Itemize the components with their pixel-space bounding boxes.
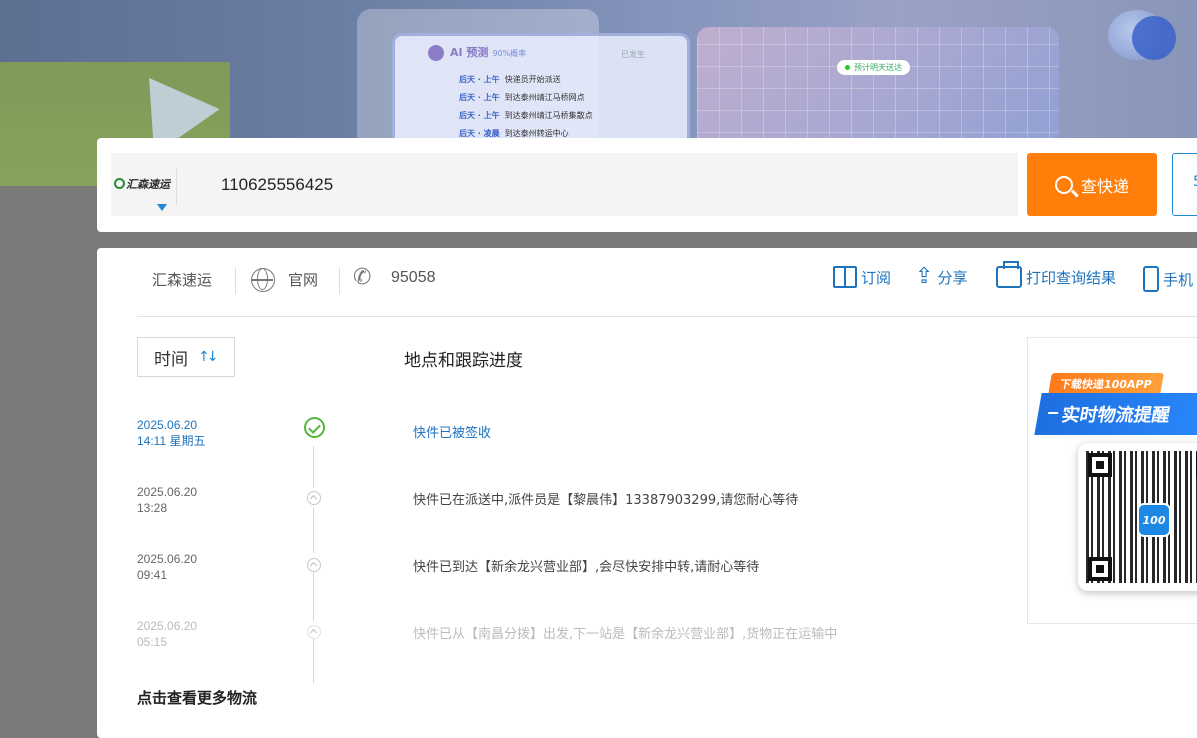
event-description: 快件已到达【新余龙兴营业部】,会尽快安排中转,请耐心等待 xyxy=(413,560,760,575)
tracking-number-input[interactable] xyxy=(221,173,921,197)
company-name: 汇森速运 xyxy=(152,271,213,289)
chevron-up-circle-icon xyxy=(307,491,321,505)
company-logo-icon xyxy=(114,178,125,189)
sort-icon: ↑↓ xyxy=(198,349,219,365)
tracking-event: 2025.06.20 09:41 快件已到达【新余龙兴营业部】,会尽快安排中转,请… xyxy=(97,551,897,611)
kuaidi100-logo-icon: 100 xyxy=(1137,503,1171,537)
mobile-phone-icon xyxy=(1143,266,1159,292)
search-box: 汇森速运 xyxy=(111,153,1018,216)
company-infobar: 汇森速运 官网 ✆ 95058 订阅 ⇪ 分享 打印查询结果 手机 xyxy=(97,248,1197,316)
delivery-estimate-bubble: 预计明天送达 xyxy=(837,60,910,75)
app-promo-card[interactable]: 下载快递100APP 实时物流提醒 100 xyxy=(1027,337,1197,624)
printer-icon xyxy=(996,261,1022,288)
ai-line: 后天 · 上午 到达泰州靖江马桥集散点 xyxy=(459,111,593,120)
event-datetime: 2025.06.20 14:11 星期五 xyxy=(137,418,206,448)
event-description: 快件已在派送中,派件员是【黎晨伟】13387903299,请您耐心等待 xyxy=(413,493,799,508)
event-datetime: 2025.06.20 09:41 xyxy=(137,552,198,582)
divider xyxy=(339,268,340,294)
tracking-event: 2025.06.20 05:15 快件已从【南昌分拨】出发,下一站是【新余龙兴营业… xyxy=(97,618,897,678)
divider xyxy=(137,316,1197,317)
tracking-event: 2025.06.20 13:28 快件已在派送中,派件员是【黎晨伟】1338790… xyxy=(97,484,897,544)
qr-finder xyxy=(1088,557,1112,581)
share-icon: ⇪ xyxy=(915,264,934,289)
event-datetime: 2025.06.20 05:15 xyxy=(137,619,198,649)
event-description: 快件已从【南昌分拨】出发,下一站是【新余龙兴营业部】,货物正在运输中 xyxy=(413,627,838,642)
company-phone[interactable]: 95058 xyxy=(391,269,436,287)
search-panel: 汇森速运 查快递 5 xyxy=(97,138,1197,232)
ai-prediction-title: AI 预测 90%概率 xyxy=(428,44,526,61)
ai-line: 后天 · 上午 到达泰州靖江马桥网点 xyxy=(459,93,585,102)
qr-code: 100 xyxy=(1078,443,1197,591)
result-panel: 汇森速运 官网 ✆ 95058 订阅 ⇪ 分享 打印查询结果 手机 时间 ↑↓ … xyxy=(97,248,1197,738)
event-datetime: 2025.06.20 13:28 xyxy=(137,485,198,515)
search-icon xyxy=(1054,175,1073,194)
more-logistics-link[interactable]: 点击查看更多物流 xyxy=(137,687,257,708)
robot-icon xyxy=(428,45,444,61)
clock-decoration-icon xyxy=(1132,16,1176,60)
promo-banner: 实时物流提醒 xyxy=(1034,393,1197,435)
chevron-down-icon[interactable] xyxy=(157,204,167,211)
tracking-event: 2025.06.20 14:11 星期五 快件已被签收 xyxy=(97,417,897,477)
company-selector[interactable]: 汇森速运 xyxy=(114,176,170,192)
official-website-link[interactable]: 官网 xyxy=(288,269,318,290)
globe-icon xyxy=(251,268,275,292)
chevron-up-circle-icon xyxy=(307,558,321,572)
sort-by-time-button[interactable]: 时间 ↑↓ xyxy=(137,337,235,377)
event-description: 快件已被签收 xyxy=(413,426,492,441)
ai-status: 已发生 xyxy=(621,50,645,59)
qr-finder xyxy=(1088,453,1112,477)
mobile-button[interactable]: 手机 xyxy=(1143,266,1193,292)
subscribe-button[interactable]: 订阅 xyxy=(833,266,891,288)
print-button[interactable]: 打印查询结果 xyxy=(996,261,1116,288)
phone-icon: ✆ xyxy=(353,265,372,290)
check-circle-icon xyxy=(304,417,325,438)
side-button[interactable]: 5 xyxy=(1172,153,1197,216)
book-icon xyxy=(833,266,857,288)
progress-column-header: 地点和跟踪进度 xyxy=(404,351,523,371)
ai-line: 后天 · 上午 快递员开始派送 xyxy=(459,75,561,84)
chevron-up-circle-icon xyxy=(307,625,321,639)
status-dot-icon xyxy=(845,65,850,70)
divider xyxy=(235,268,236,294)
divider xyxy=(176,169,177,205)
share-button[interactable]: ⇪ 分享 xyxy=(915,266,967,288)
search-button[interactable]: 查快递 xyxy=(1027,153,1157,216)
ai-confidence: 90%概率 xyxy=(492,49,527,58)
app-download-tag: 下载快递100APP xyxy=(1048,373,1164,395)
